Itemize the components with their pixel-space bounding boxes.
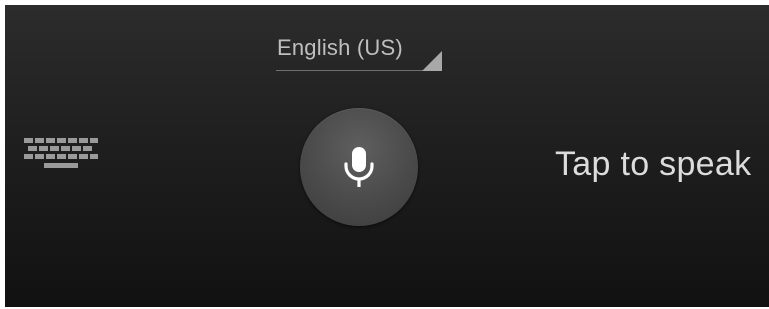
keyboard-button[interactable]	[22, 130, 100, 180]
voice-input-panel: English (US) Tap to speak	[5, 5, 769, 307]
tap-to-speak-prompt: Tap to speak	[555, 145, 752, 183]
language-selector-underline	[276, 70, 442, 71]
microphone-button[interactable]	[300, 108, 418, 226]
dropdown-corner-icon	[422, 51, 442, 71]
keyboard-icon	[24, 138, 98, 168]
language-selector-label: English (US)	[277, 35, 403, 60]
microphone-icon	[344, 147, 374, 187]
language-selector[interactable]: English (US)	[276, 32, 442, 72]
